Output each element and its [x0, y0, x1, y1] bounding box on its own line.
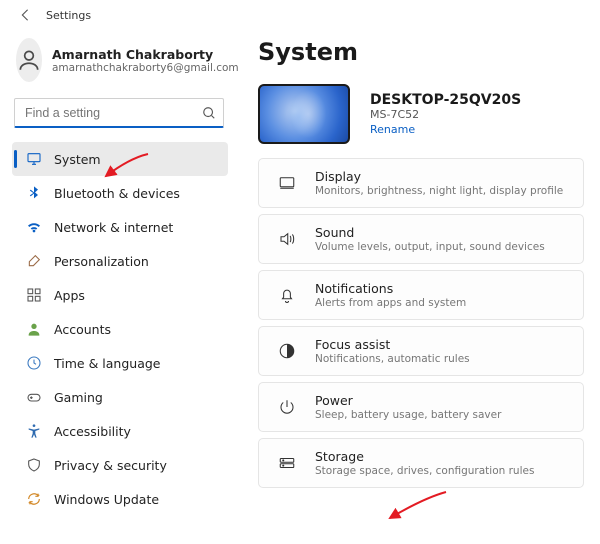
- setting-card-notifications[interactable]: NotificationsAlerts from apps and system: [258, 270, 584, 320]
- setting-title: Storage: [315, 449, 534, 464]
- sound-icon: [277, 229, 297, 249]
- accessibility-icon: [26, 423, 42, 439]
- avatar: [16, 38, 42, 82]
- setting-card-storage[interactable]: StorageStorage space, drives, configurat…: [258, 438, 584, 488]
- setting-subtitle: Volume levels, output, input, sound devi…: [315, 241, 545, 253]
- sidebar-item-label: Apps: [54, 288, 85, 303]
- profile-email: amarnathchakraborty6@gmail.com: [52, 62, 239, 74]
- device-thumbnail: [258, 84, 350, 144]
- apps-icon: [26, 287, 42, 303]
- setting-title: Power: [315, 393, 501, 408]
- setting-card-sound[interactable]: SoundVolume levels, output, input, sound…: [258, 214, 584, 264]
- setting-title: Sound: [315, 225, 545, 240]
- profile-name: Amarnath Chakraborty: [52, 47, 239, 62]
- app-title: Settings: [46, 9, 91, 22]
- sidebar-item-bluetooth-devices[interactable]: Bluetooth & devices: [12, 176, 228, 210]
- setting-subtitle: Alerts from apps and system: [315, 297, 466, 309]
- setting-title: Focus assist: [315, 337, 470, 352]
- setting-title: Display: [315, 169, 563, 184]
- device-name: DESKTOP-25QV20S: [370, 92, 521, 108]
- device-model: MS-7C52: [370, 108, 521, 121]
- sidebar-item-label: Accounts: [54, 322, 111, 337]
- power-icon: [277, 397, 297, 417]
- sidebar-item-windows-update[interactable]: Windows Update: [12, 482, 228, 516]
- sidebar-item-time-language[interactable]: Time & language: [12, 346, 228, 380]
- setting-subtitle: Sleep, battery usage, battery saver: [315, 409, 501, 421]
- update-icon: [26, 491, 42, 507]
- sidebar-item-system[interactable]: System: [12, 142, 228, 176]
- focus-icon: [277, 341, 297, 361]
- profile[interactable]: Amarnath Chakraborty amarnathchakraborty…: [12, 34, 228, 96]
- back-icon[interactable]: [18, 8, 32, 22]
- gaming-icon: [26, 389, 42, 405]
- wifi-icon: [26, 219, 42, 235]
- bell-icon: [277, 285, 297, 305]
- sidebar-item-label: Windows Update: [54, 492, 159, 507]
- sidebar-item-privacy-security[interactable]: Privacy & security: [12, 448, 228, 482]
- sidebar-item-label: Bluetooth & devices: [54, 186, 180, 201]
- setting-subtitle: Notifications, automatic rules: [315, 353, 470, 365]
- setting-title: Notifications: [315, 281, 466, 296]
- sidebar-item-label: System: [54, 152, 101, 167]
- brush-icon: [26, 253, 42, 269]
- sidebar-item-label: Privacy & security: [54, 458, 167, 473]
- sidebar-item-label: Time & language: [54, 356, 160, 371]
- sidebar: Amarnath Chakraborty amarnathchakraborty…: [0, 28, 238, 516]
- monitor-icon: [26, 151, 42, 167]
- page-title: System: [258, 34, 584, 66]
- setting-card-power[interactable]: PowerSleep, battery usage, battery saver: [258, 382, 584, 432]
- sidebar-item-apps[interactable]: Apps: [12, 278, 228, 312]
- sidebar-item-accessibility[interactable]: Accessibility: [12, 414, 228, 448]
- shield-icon: [26, 457, 42, 473]
- person-icon: [26, 321, 42, 337]
- storage-icon: [277, 453, 297, 473]
- clock-icon: [26, 355, 42, 371]
- sidebar-item-accounts[interactable]: Accounts: [12, 312, 228, 346]
- device-row: DESKTOP-25QV20S MS-7C52 Rename: [258, 84, 584, 144]
- sidebar-item-label: Accessibility: [54, 424, 131, 439]
- rename-link[interactable]: Rename: [370, 123, 415, 136]
- search-icon: [202, 106, 216, 120]
- setting-subtitle: Storage space, drives, configuration rul…: [315, 465, 534, 477]
- bluetooth-icon: [26, 185, 42, 201]
- sidebar-item-network-internet[interactable]: Network & internet: [12, 210, 228, 244]
- search-input[interactable]: [14, 98, 224, 128]
- sidebar-item-label: Gaming: [54, 390, 103, 405]
- setting-card-display[interactable]: DisplayMonitors, brightness, night light…: [258, 158, 584, 208]
- sidebar-item-gaming[interactable]: Gaming: [12, 380, 228, 414]
- sidebar-item-label: Personalization: [54, 254, 149, 269]
- sidebar-item-label: Network & internet: [54, 220, 173, 235]
- display-icon: [277, 173, 297, 193]
- sidebar-item-personalization[interactable]: Personalization: [12, 244, 228, 278]
- setting-card-focus-assist[interactable]: Focus assistNotifications, automatic rul…: [258, 326, 584, 376]
- main-content: System DESKTOP-25QV20S MS-7C52 Rename Di…: [238, 28, 600, 516]
- setting-subtitle: Monitors, brightness, night light, displ…: [315, 185, 563, 197]
